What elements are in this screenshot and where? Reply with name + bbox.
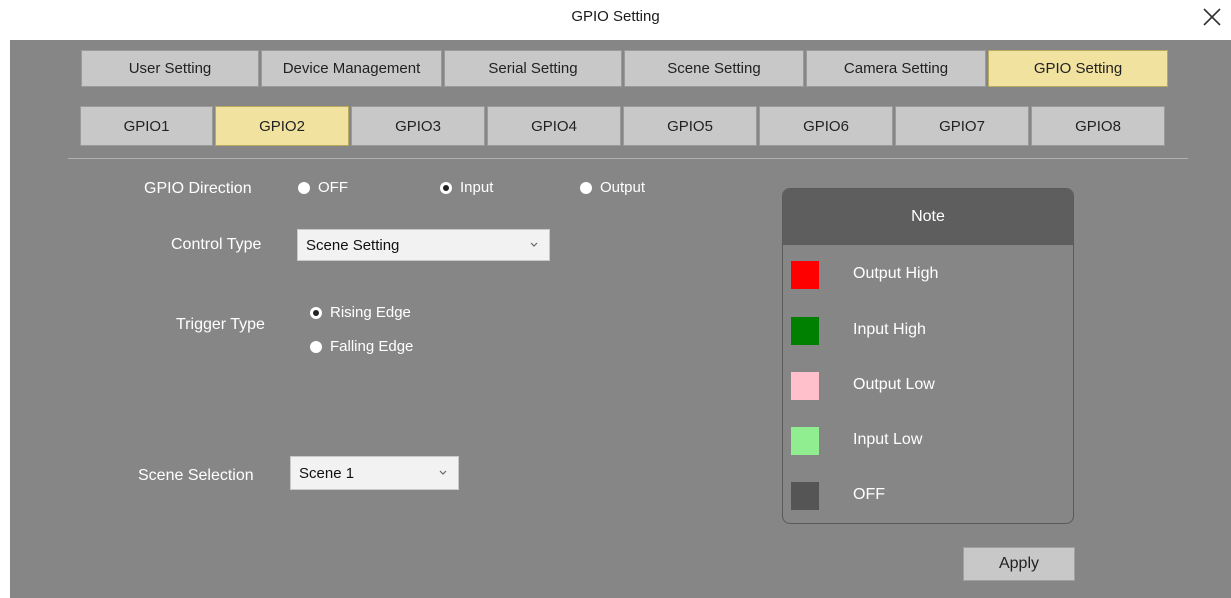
tab-camera-setting[interactable]: Camera Setting [806,50,986,87]
trigger-rising-edge-radio[interactable]: Rising Edge [310,304,411,321]
legend-item-input-high: Input High [783,317,1073,345]
close-icon [1203,8,1221,26]
direction-off-radio[interactable]: OFF [298,179,348,196]
radio-selected-icon [310,306,322,319]
tab-serial-setting[interactable]: Serial Setting [444,50,622,87]
legend-label: Output Low [853,376,935,393]
scene-selection-label: Scene Selection [138,467,254,484]
falling-edge-label: Falling Edge [330,338,414,355]
legend-label: OFF [853,486,885,503]
title-bar: GPIO Setting [0,0,1231,40]
control-type-label: Control Type [171,236,262,253]
radio-dot-icon [298,181,310,194]
input-high-swatch [791,317,819,345]
settings-panel: User Setting Device Management Serial Se… [10,40,1231,598]
scene-selection-select[interactable]: Scene 1 [290,456,459,490]
tab-gpio3[interactable]: GPIO3 [351,106,485,146]
radio-dot-icon [580,181,592,194]
tab-gpio4[interactable]: GPIO4 [487,106,621,146]
direction-input-radio[interactable]: Input [440,179,493,196]
legend-label: Input Low [853,431,923,448]
legend-label: Output High [853,265,939,282]
legend-item-output-high: Output High [783,261,1073,289]
control-type-value: Scene Setting [306,236,400,254]
tab-gpio8[interactable]: GPIO8 [1031,106,1165,146]
radio-dot-icon [310,340,322,353]
output-high-swatch [791,261,819,289]
trigger-falling-edge-radio[interactable]: Falling Edge [310,338,413,355]
control-type-select[interactable]: Scene Setting [297,229,550,261]
tab-gpio6[interactable]: GPIO6 [759,106,893,146]
tab-gpio7[interactable]: GPIO7 [895,106,1029,146]
tab-scene-setting[interactable]: Scene Setting [624,50,804,87]
chevron-down-icon [439,470,447,475]
direction-off-label: OFF [318,179,348,196]
tab-gpio-setting[interactable]: GPIO Setting [988,50,1168,87]
rising-edge-label: Rising Edge [330,304,411,321]
output-low-swatch [791,372,819,400]
tab-device-management[interactable]: Device Management [261,50,442,87]
close-button[interactable] [1199,4,1225,30]
tab-gpio2[interactable]: GPIO2 [215,106,349,146]
direction-output-label: Output [600,179,646,196]
gpio-tab-bar: GPIO1 GPIO2 GPIO3 GPIO4 GPIO5 GPIO6 GPIO… [80,106,1165,146]
off-swatch [791,482,819,510]
divider [68,158,1188,159]
legend-item-off: OFF [783,482,1073,510]
gpio-direction-label: GPIO Direction [144,180,252,197]
trigger-type-label: Trigger Type [176,316,265,333]
main-tab-bar: User Setting Device Management Serial Se… [81,50,1168,87]
tab-gpio1[interactable]: GPIO1 [80,106,213,146]
legend-label: Input High [853,321,926,338]
apply-button[interactable]: Apply [963,547,1075,581]
radio-selected-icon [440,181,452,194]
note-legend: Note Output High Input High Output Low I… [782,188,1074,524]
tab-gpio5[interactable]: GPIO5 [623,106,757,146]
note-title: Note [783,189,1073,245]
direction-output-radio[interactable]: Output [580,179,645,196]
legend-item-output-low: Output Low [783,372,1073,400]
chevron-down-icon [530,242,538,247]
input-low-swatch [791,427,819,455]
scene-selection-value: Scene 1 [299,464,355,482]
legend-item-input-low: Input Low [783,427,1073,455]
direction-input-label: Input [460,179,494,196]
window-title: GPIO Setting [571,8,660,25]
tab-user-setting[interactable]: User Setting [81,50,259,87]
